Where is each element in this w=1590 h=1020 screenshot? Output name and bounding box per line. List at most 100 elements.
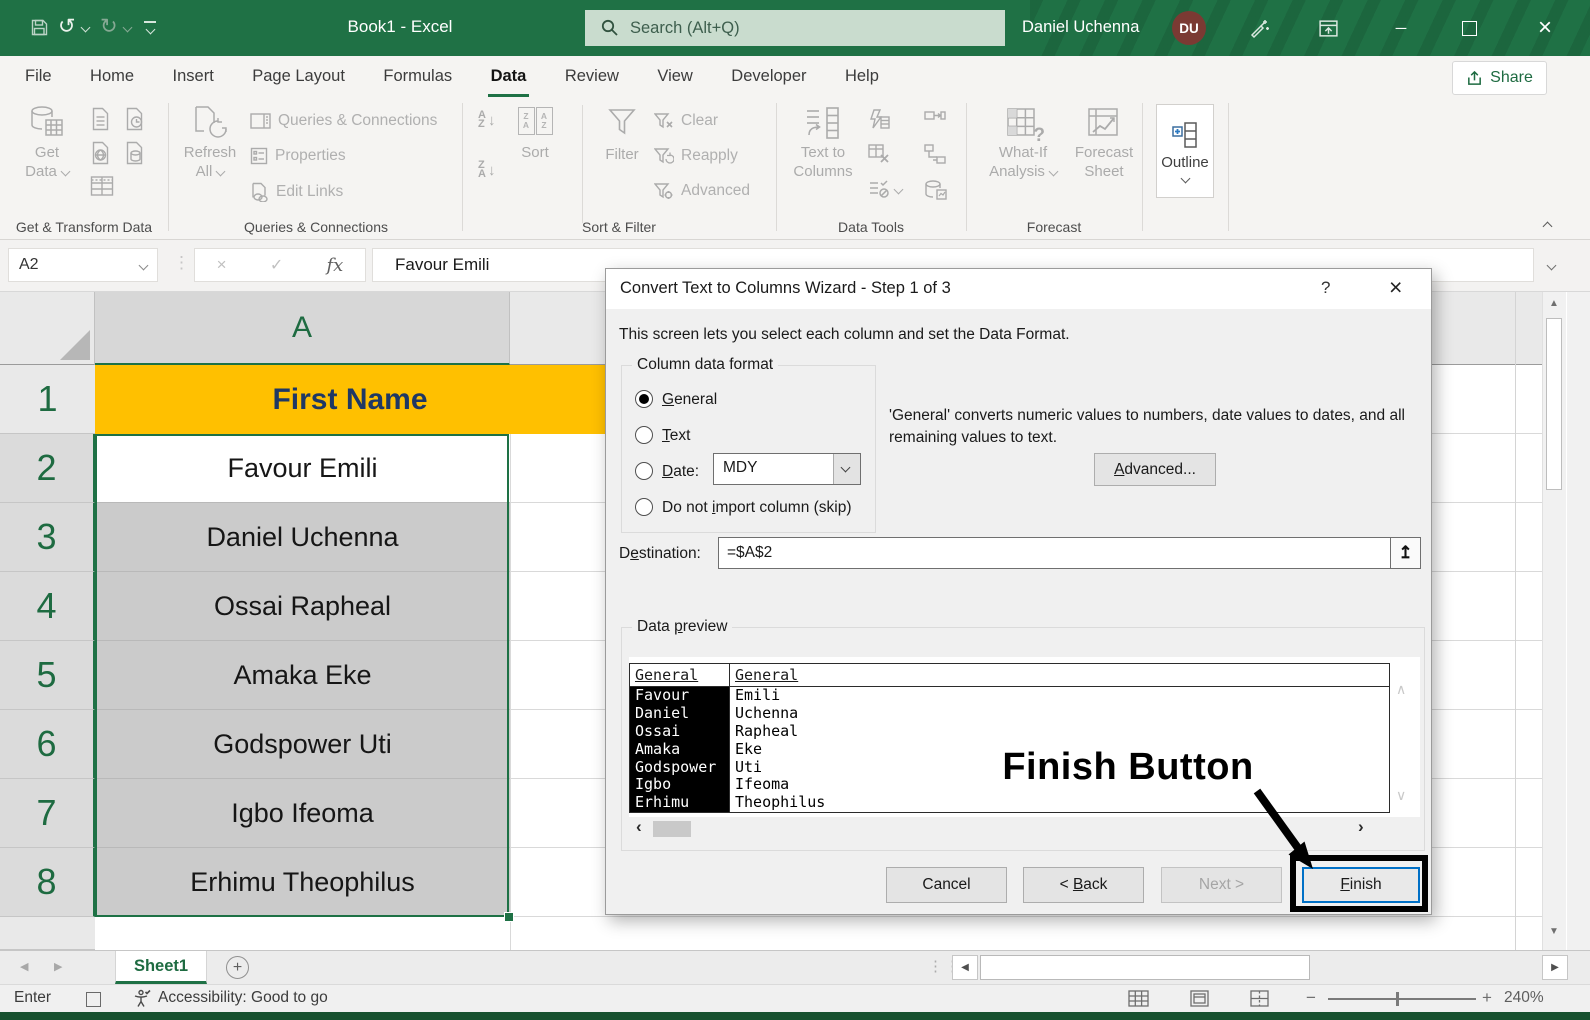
- zoom-slider-thumb[interactable]: [1396, 992, 1399, 1006]
- tab-data[interactable]: Data: [474, 56, 544, 97]
- cell-a5[interactable]: Amaka Eke: [95, 641, 510, 710]
- sheet-nav-right-icon[interactable]: ▶: [54, 960, 62, 973]
- preview-scroll-right-icon[interactable]: ›: [1358, 817, 1364, 837]
- cell-a7[interactable]: Igbo Ifeoma: [95, 779, 510, 848]
- minimize-button[interactable]: ─: [1378, 0, 1424, 56]
- undo-dropdown-icon[interactable]: [81, 23, 91, 33]
- combobox-dropdown[interactable]: [833, 454, 860, 484]
- destination-field[interactable]: =$A$2: [718, 537, 1391, 569]
- row-header-8[interactable]: 8: [0, 848, 95, 917]
- row-header-3[interactable]: 3: [0, 503, 95, 572]
- share-button[interactable]: Share: [1452, 61, 1547, 95]
- row-header-4[interactable]: 4: [0, 572, 95, 641]
- horizontal-scroll-thumb[interactable]: [980, 955, 1310, 980]
- tab-formulas[interactable]: Formulas: [366, 56, 469, 97]
- scroll-down-icon[interactable]: ▼: [1549, 926, 1559, 937]
- row-header-6[interactable]: 6: [0, 710, 95, 779]
- normal-view-icon[interactable]: [1128, 990, 1149, 1007]
- select-all-corner[interactable]: [0, 292, 95, 365]
- whats-new-icon[interactable]: [1248, 17, 1270, 39]
- name-box[interactable]: A2: [8, 248, 158, 282]
- page-break-preview-icon[interactable]: [1250, 990, 1269, 1007]
- preview-scroll-up-icon[interactable]: ∧: [1396, 681, 1406, 698]
- redo-button[interactable]: ↻: [100, 16, 118, 37]
- vertical-scroll-thumb[interactable]: [1546, 318, 1562, 490]
- tab-help[interactable]: Help: [828, 56, 896, 97]
- row-header-1[interactable]: 1: [0, 365, 95, 434]
- finish-button[interactable]: Finish: [1302, 867, 1420, 903]
- redo-dropdown-icon[interactable]: [123, 23, 133, 33]
- name-box-dropdown-icon[interactable]: [139, 260, 149, 270]
- fill-handle[interactable]: [504, 912, 514, 922]
- preview-header-col1[interactable]: General: [635, 666, 698, 684]
- maximize-button[interactable]: [1446, 0, 1492, 56]
- column-header-a[interactable]: A: [95, 292, 510, 365]
- cancel-button[interactable]: Cancel: [886, 867, 1007, 903]
- avatar[interactable]: DU: [1172, 11, 1206, 45]
- undo-button[interactable]: ↺: [58, 16, 76, 37]
- date-format-combobox[interactable]: MDY: [713, 453, 861, 485]
- cell-a3[interactable]: Daniel Uchenna: [95, 503, 510, 572]
- hscroll-right-icon[interactable]: ▶: [1542, 955, 1568, 980]
- destination-label: Destination:: [619, 545, 701, 563]
- back-button[interactable]: < Back: [1023, 867, 1144, 903]
- close-button[interactable]: ×: [1522, 0, 1568, 56]
- search-input[interactable]: Search (Alt+Q): [585, 10, 1005, 46]
- cell-a2-active[interactable]: Favour Emili: [95, 434, 510, 503]
- outline-button[interactable]: Outline: [1156, 104, 1214, 198]
- row-header-2[interactable]: 2: [0, 434, 95, 503]
- preview-header-col2[interactable]: General: [735, 666, 798, 684]
- macro-record-button[interactable]: [86, 992, 101, 1007]
- zoom-in-button[interactable]: +: [1482, 988, 1492, 1008]
- tab-page-layout[interactable]: Page Layout: [235, 56, 362, 97]
- dialog-close-icon[interactable]: ×: [1389, 274, 1402, 301]
- tab-file[interactable]: File: [8, 56, 69, 97]
- qat-customize-icon[interactable]: [144, 21, 156, 23]
- preview-hscroll-thumb[interactable]: [653, 821, 691, 837]
- tab-view[interactable]: View: [640, 56, 709, 97]
- accessibility-status[interactable]: Accessibility: Good to go: [158, 989, 328, 1007]
- zoom-level[interactable]: 240%: [1504, 989, 1544, 1007]
- new-sheet-button[interactable]: +: [226, 956, 249, 979]
- vertical-scrollbar[interactable]: ▲ ▼: [1542, 292, 1566, 950]
- cell-a6[interactable]: Godspower Uti: [95, 710, 510, 779]
- expand-formula-bar-icon[interactable]: [1547, 261, 1557, 271]
- zoom-out-button[interactable]: −: [1306, 988, 1316, 1008]
- insert-function-icon[interactable]: fx: [327, 255, 344, 276]
- save-icon[interactable]: [30, 18, 49, 37]
- ribbon-display-options-icon[interactable]: [1318, 18, 1339, 39]
- preview-column-2[interactable]: EmiliUchennaRaphealEkeUtiIfeomaTheophilu…: [735, 687, 825, 812]
- row-header-partial[interactable]: [0, 917, 95, 950]
- preview-scroll-left-icon[interactable]: ‹: [636, 817, 642, 837]
- user-name[interactable]: Daniel Uchenna: [1022, 18, 1139, 37]
- cell-a1[interactable]: First Name: [95, 365, 605, 434]
- radio-date[interactable]: [635, 462, 653, 480]
- page-layout-view-icon[interactable]: [1190, 990, 1209, 1007]
- radio-general[interactable]: [635, 390, 653, 408]
- tab-developer[interactable]: Developer: [714, 56, 823, 97]
- preview-scroll-down-icon[interactable]: ∨: [1396, 787, 1406, 804]
- sheet-tab-bar: ◀ ▶ Sheet1 + ⋮⋮ ◀ ▶: [0, 950, 1590, 984]
- group-label-get-transform: Get & Transform Data: [0, 219, 168, 235]
- tab-insert[interactable]: Insert: [156, 56, 231, 97]
- what-if-analysis-icon: ?: [1005, 105, 1041, 143]
- scroll-up-icon[interactable]: ▲: [1549, 298, 1559, 309]
- collapse-ribbon-icon[interactable]: [1543, 222, 1553, 232]
- zoom-slider-track[interactable]: [1328, 998, 1476, 1000]
- preview-column-1-selected[interactable]: FavourDanielOssaiAmakaGodspowerIgboErhim…: [630, 687, 729, 812]
- advanced-button[interactable]: Advanced...: [1094, 453, 1216, 486]
- collapse-dialog-button[interactable]: ↥: [1390, 537, 1421, 569]
- row-header-7[interactable]: 7: [0, 779, 95, 848]
- row-header-5[interactable]: 5: [0, 641, 95, 710]
- qat-customize-chevron-icon[interactable]: [146, 25, 156, 35]
- hscroll-left-icon[interactable]: ◀: [952, 955, 978, 980]
- cell-a4[interactable]: Ossai Rapheal: [95, 572, 510, 641]
- radio-text[interactable]: [635, 426, 653, 444]
- radio-skip[interactable]: [635, 498, 653, 516]
- cell-a8[interactable]: Erhimu Theophilus: [95, 848, 510, 917]
- sheet-nav-left-icon[interactable]: ◀: [20, 960, 28, 973]
- dialog-help-button[interactable]: ?: [1321, 278, 1330, 298]
- tab-review[interactable]: Review: [548, 56, 636, 97]
- sheet-tab-sheet1[interactable]: Sheet1: [115, 951, 207, 984]
- tab-home[interactable]: Home: [73, 56, 151, 97]
